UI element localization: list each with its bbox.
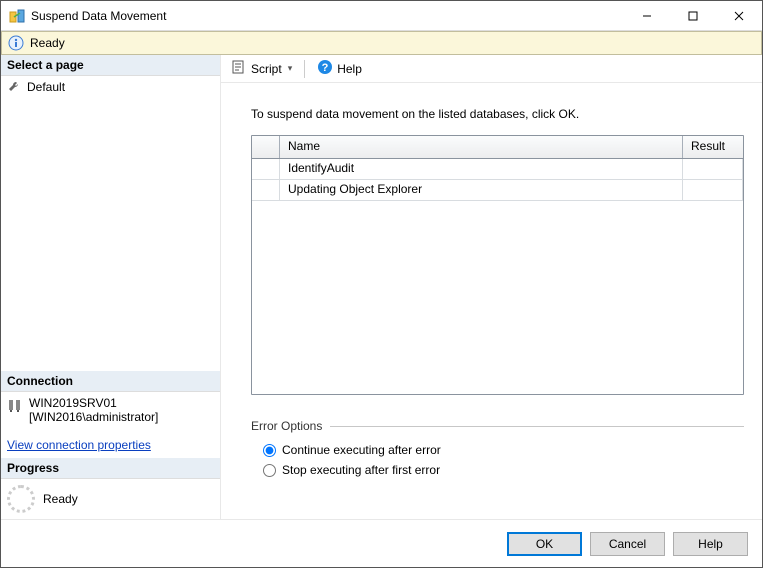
ok-button[interactable]: OK (507, 532, 582, 556)
close-button[interactable] (716, 1, 762, 31)
table-row[interactable]: IdentifyAudit (252, 159, 743, 180)
row-icon-cell (252, 159, 280, 179)
radio-stop[interactable]: Stop executing after first error (263, 463, 740, 477)
page-item-default[interactable]: Default (7, 78, 214, 96)
progress-spinner-icon (7, 485, 35, 513)
wrench-icon (7, 80, 21, 94)
progress-header: Progress (1, 458, 220, 479)
row-result-cell (683, 159, 743, 179)
script-label: Script (251, 62, 282, 76)
chevron-down-icon[interactable]: ▾ (288, 63, 293, 74)
radio-continue[interactable]: Continue executing after error (263, 443, 740, 457)
row-name-cell: IdentifyAudit (280, 159, 683, 179)
toolbar-separator (304, 60, 305, 78)
help-button[interactable]: Help (673, 532, 748, 556)
window-title: Suspend Data Movement (31, 9, 624, 23)
progress-label: Ready (43, 492, 78, 506)
grid-body: IdentifyAudit Updating Object Explorer (252, 159, 743, 394)
dialog-window: Suspend Data Movement Ready Select a pag… (0, 0, 763, 568)
main-content: To suspend data movement on the listed d… (221, 83, 762, 519)
status-bar: Ready (1, 31, 762, 55)
dialog-footer: OK Cancel Help (1, 519, 762, 567)
connection-info: WIN2019SRV01 [WIN2016\administrator] (1, 392, 220, 428)
table-row[interactable]: Updating Object Explorer (252, 180, 743, 201)
instruction-text: To suspend data movement on the listed d… (251, 107, 744, 121)
database-grid: Name Result IdentifyAudit Updating Objec… (251, 135, 744, 395)
login-name: [WIN2016\administrator] (29, 410, 158, 424)
server-name: WIN2019SRV01 (29, 396, 158, 410)
view-connection-properties-link[interactable]: View connection properties (1, 428, 220, 458)
grid-header-icon (252, 136, 280, 158)
toolbar: Script ▾ ? Help (221, 55, 762, 83)
app-icon (9, 8, 25, 24)
server-icon (7, 398, 23, 414)
help-icon: ? (317, 59, 333, 78)
radio-stop-input[interactable] (263, 464, 276, 477)
connection-header: Connection (1, 371, 220, 392)
grid-header-name[interactable]: Name (280, 136, 683, 158)
radio-continue-label: Continue executing after error (282, 443, 441, 457)
dialog-body: Select a page Default Connection (1, 55, 762, 519)
row-result-cell (683, 180, 743, 200)
radio-continue-input[interactable] (263, 444, 276, 457)
status-text: Ready (30, 36, 65, 50)
row-name-cell: Updating Object Explorer (280, 180, 683, 200)
script-button[interactable]: Script ▾ (227, 57, 296, 80)
page-list: Default (1, 76, 220, 98)
svg-text:?: ? (322, 62, 329, 74)
select-page-header: Select a page (1, 55, 220, 76)
title-bar: Suspend Data Movement (1, 1, 762, 31)
error-options-group: Error Options Continue executing after e… (251, 419, 744, 481)
progress-section: Ready (1, 479, 220, 519)
fieldset-divider (330, 426, 744, 427)
help-toolbar-button[interactable]: ? Help (313, 57, 366, 80)
row-icon-cell (252, 180, 280, 200)
left-panel: Select a page Default Connection (1, 55, 221, 519)
script-icon (231, 59, 247, 78)
window-controls (624, 1, 762, 31)
page-item-label: Default (27, 80, 65, 94)
grid-header: Name Result (252, 136, 743, 159)
grid-header-result[interactable]: Result (683, 136, 743, 158)
help-label: Help (337, 62, 362, 76)
cancel-button[interactable]: Cancel (590, 532, 665, 556)
minimize-button[interactable] (624, 1, 670, 31)
right-panel: Script ▾ ? Help To suspend data movement… (221, 55, 762, 519)
info-icon (8, 35, 24, 51)
maximize-button[interactable] (670, 1, 716, 31)
radio-stop-label: Stop executing after first error (282, 463, 440, 477)
error-options-legend: Error Options (251, 419, 322, 433)
